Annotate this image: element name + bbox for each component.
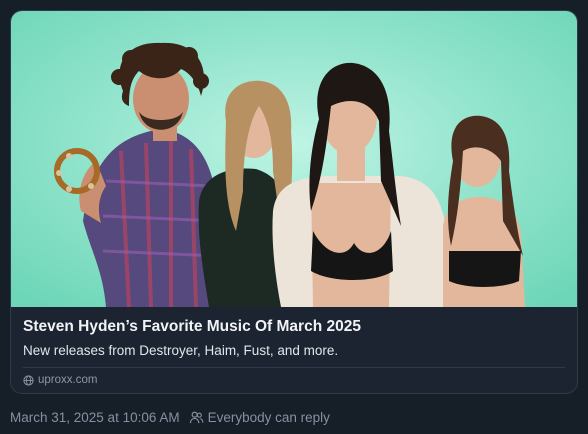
reply-setting: Everybody can reply bbox=[189, 410, 330, 425]
link-preview-card[interactable]: Steven Hyden’s Favorite Music Of March 2… bbox=[10, 10, 578, 394]
people-icon bbox=[189, 410, 204, 425]
reply-setting-label: Everybody can reply bbox=[207, 410, 330, 425]
link-thumbnail bbox=[11, 11, 577, 307]
globe-icon bbox=[23, 374, 34, 386]
link-card-source: uproxx.com bbox=[23, 374, 97, 386]
post-timestamp[interactable]: March 31, 2025 at 10:06 AM bbox=[10, 410, 180, 425]
link-card-divider bbox=[23, 367, 565, 368]
thumbnail-image bbox=[11, 11, 577, 307]
link-card-domain: uproxx.com bbox=[38, 374, 98, 386]
link-card-info: Steven Hyden’s Favorite Music Of March 2… bbox=[11, 307, 577, 393]
post-meta: March 31, 2025 at 10:06 AM Everybody can… bbox=[10, 410, 330, 425]
link-card-title: Steven Hyden’s Favorite Music Of March 2… bbox=[23, 318, 361, 335]
link-card-description: New releases from Destroyer, Haim, Fust,… bbox=[23, 343, 339, 358]
